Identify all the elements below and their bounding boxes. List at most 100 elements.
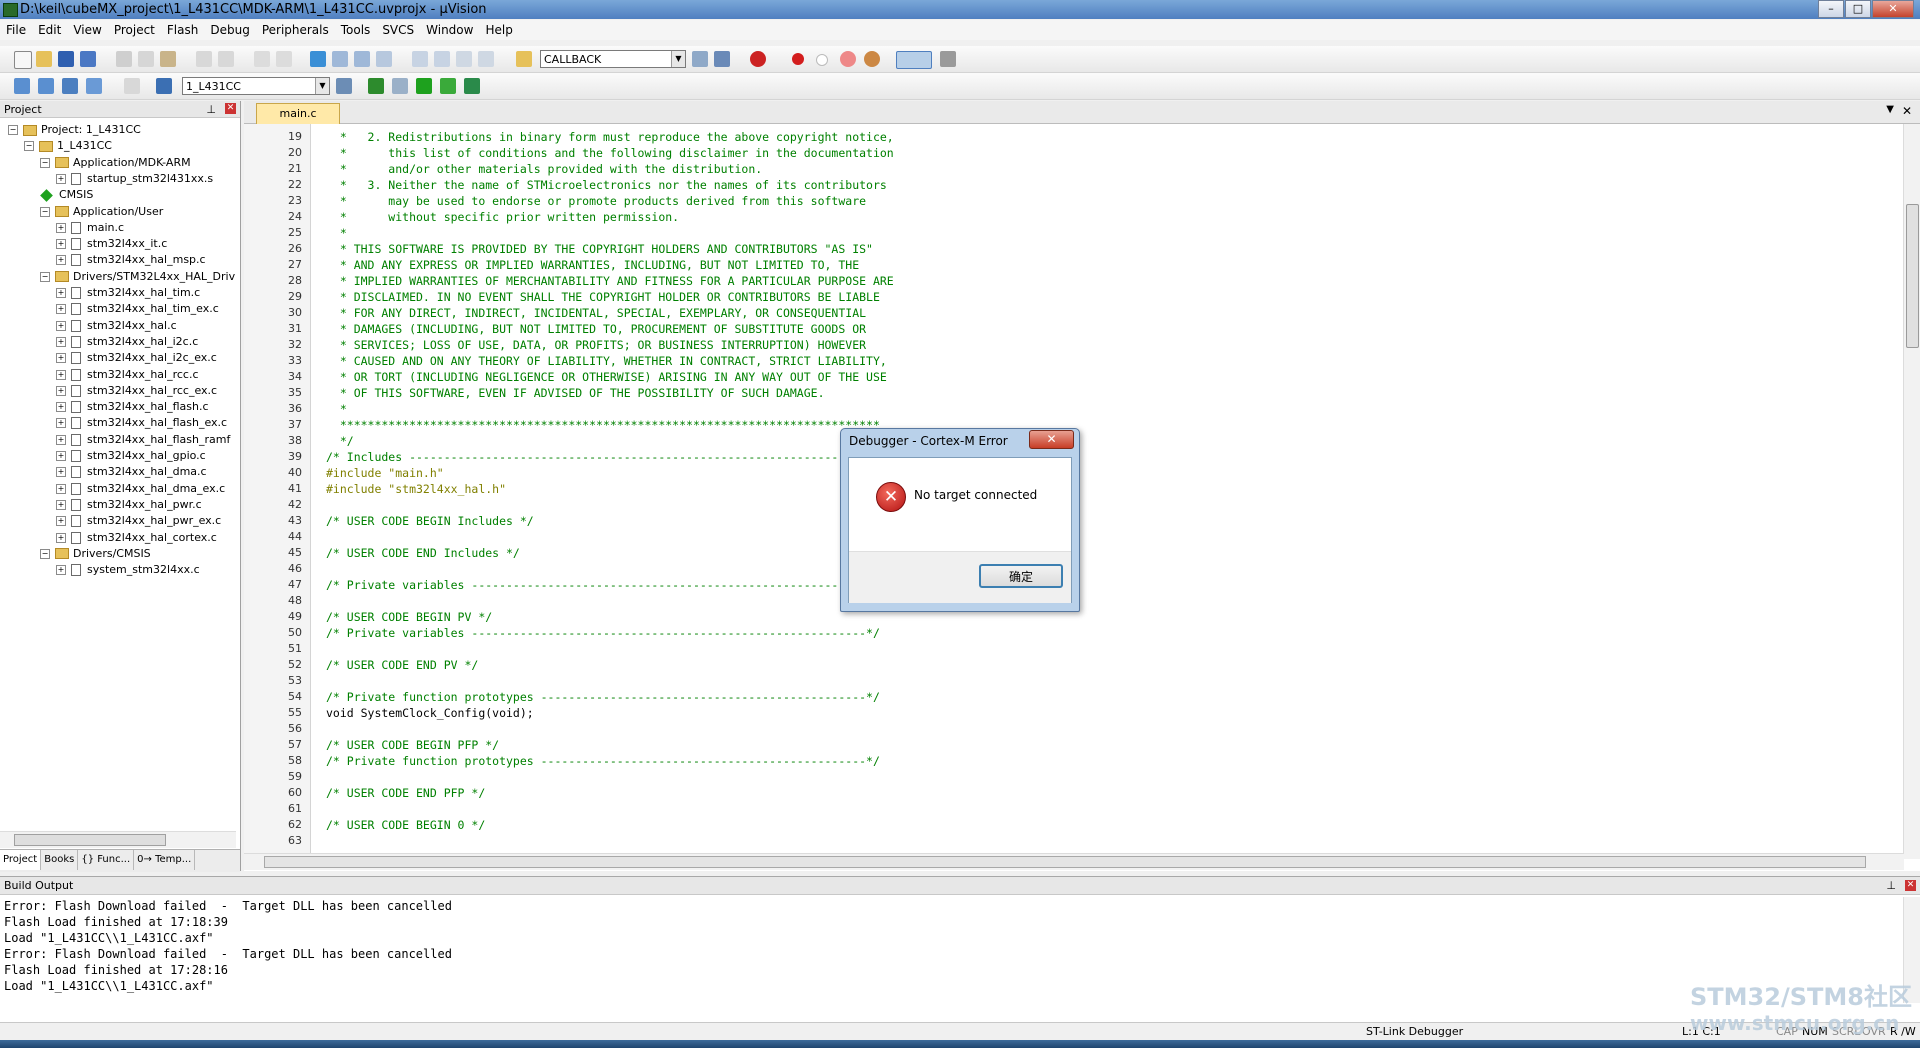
download-icon[interactable] <box>156 78 172 94</box>
paste-icon[interactable] <box>160 51 176 67</box>
expand-icon[interactable]: + <box>56 288 66 298</box>
tree-item[interactable]: + stm32l4xx_hal_flash.c <box>56 398 209 416</box>
file-extensions-icon[interactable] <box>392 78 408 94</box>
nav-forward-icon[interactable] <box>276 51 292 67</box>
target-combo[interactable]: 1_L431CC ▼ <box>182 77 330 95</box>
tree-item[interactable]: + system_stm32l4xx.c <box>56 561 200 579</box>
target-options-icon[interactable] <box>336 78 352 94</box>
tree-item[interactable]: + main.c <box>56 219 124 237</box>
close-icon[interactable]: ✕ <box>225 103 236 114</box>
menu-item-help[interactable]: Help <box>479 20 518 40</box>
editor-hscroll-thumb[interactable] <box>264 856 1866 868</box>
select-pack-icon[interactable] <box>440 78 456 94</box>
tree-item[interactable]: CMSIS <box>40 186 93 204</box>
collapse-icon[interactable]: − <box>40 206 50 217</box>
expand-icon[interactable]: + <box>56 483 66 494</box>
build-icon[interactable] <box>38 78 54 94</box>
menu-item-debug[interactable]: Debug <box>204 20 255 40</box>
expand-icon[interactable]: + <box>56 418 66 429</box>
menu-item-project[interactable]: Project <box>108 20 161 40</box>
disable-breakpoint-icon[interactable] <box>816 54 828 66</box>
breakpoint-icon[interactable] <box>792 53 804 65</box>
tree-item[interactable]: + stm32l4xx_hal_flash_ramf <box>56 431 230 449</box>
expand-icon[interactable]: + <box>56 402 66 413</box>
expand-icon[interactable]: + <box>56 336 66 347</box>
stop-build-icon[interactable] <box>124 78 140 94</box>
batch-build-icon[interactable] <box>86 78 102 94</box>
expand-icon[interactable]: + <box>56 304 66 315</box>
translate-icon[interactable] <box>14 78 30 94</box>
expand-icon[interactable]: + <box>56 385 66 396</box>
manage-rte-icon[interactable] <box>416 78 432 94</box>
tree-item[interactable]: − 1_L431CC <box>24 137 112 155</box>
clear-bookmarks-icon[interactable] <box>376 51 392 67</box>
close-tab-icon[interactable]: ✕ <box>1902 104 1912 118</box>
unindent-icon[interactable] <box>434 51 450 67</box>
tree-item[interactable]: + startup_stm32l431xx.s <box>56 170 213 188</box>
menu-item-flash[interactable]: Flash <box>161 20 204 40</box>
tree-item[interactable]: + stm32l4xx_hal_i2c.c <box>56 333 198 351</box>
editor-scroll-thumb[interactable] <box>1906 204 1919 348</box>
pin-icon[interactable]: ⊥ <box>206 101 216 118</box>
menu-item-view[interactable]: View <box>67 20 107 40</box>
maximize-button[interactable]: □ <box>1845 0 1871 18</box>
open-folder-icon[interactable] <box>36 51 52 67</box>
new-file-icon[interactable] <box>14 51 32 69</box>
minimize-button[interactable]: – <box>1818 0 1844 18</box>
panel-tab-3[interactable]: 0→ Temp... <box>134 850 196 870</box>
configure-icon[interactable] <box>940 51 956 67</box>
editor-vertical-scrollbar[interactable] <box>1903 124 1920 859</box>
indent-icon[interactable] <box>412 51 428 67</box>
expand-icon[interactable]: + <box>56 239 66 250</box>
tree-item[interactable]: + stm32l4xx_hal_dma_ex.c <box>56 480 225 498</box>
tree-item[interactable]: + stm32l4xx_hal.c <box>56 317 177 335</box>
close-icon[interactable]: ✕ <box>1905 880 1916 891</box>
tree-item[interactable]: + stm32l4xx_hal_pwr.c <box>56 496 202 514</box>
tab-list-chevron-icon[interactable]: ▼ <box>1886 104 1894 115</box>
tree-item[interactable]: + stm32l4xx_hal_i2c_ex.c <box>56 349 217 367</box>
tree-item[interactable]: − Application/User <box>40 203 163 221</box>
tree-item[interactable]: − Drivers/CMSIS <box>40 545 151 563</box>
tree-item[interactable]: + stm32l4xx_hal_tim.c <box>56 284 200 302</box>
editor-horizontal-scrollbar[interactable] <box>244 853 1904 870</box>
rebuild-icon[interactable] <box>62 78 78 94</box>
collapse-icon[interactable]: − <box>8 125 18 135</box>
expand-icon[interactable]: + <box>56 532 66 543</box>
tree-item[interactable]: + stm32l4xx_hal_dma.c <box>56 463 207 481</box>
expand-icon[interactable]: + <box>56 434 66 445</box>
tree-item[interactable]: − Application/MDK-ARM <box>40 154 191 172</box>
menu-item-peripherals[interactable]: Peripherals <box>256 20 335 40</box>
pin-icon[interactable]: ⊥ <box>1886 877 1896 895</box>
expand-icon[interactable]: + <box>56 222 66 233</box>
window-layout-icon[interactable] <box>896 51 932 69</box>
redo-icon[interactable] <box>218 51 234 67</box>
close-window-button[interactable]: ✕ <box>1872 0 1914 18</box>
save-all-icon[interactable] <box>80 51 96 67</box>
menu-item-edit[interactable]: Edit <box>32 20 67 40</box>
expand-icon[interactable]: + <box>56 320 66 331</box>
expand-icon[interactable]: + <box>56 451 66 461</box>
tree-item[interactable]: + stm32l4xx_hal_msp.c <box>56 251 206 269</box>
debug-session-icon[interactable] <box>750 51 766 67</box>
uncomment-icon[interactable] <box>478 51 494 67</box>
comment-icon[interactable] <box>456 51 472 67</box>
tree-item[interactable]: + stm32l4xx_hal_gpio.c <box>56 447 206 465</box>
find-in-files-icon[interactable] <box>516 51 532 67</box>
save-icon[interactable] <box>58 51 74 67</box>
expand-icon[interactable]: + <box>56 173 66 184</box>
copy-icon[interactable] <box>138 51 154 67</box>
collapse-icon[interactable]: − <box>40 548 50 559</box>
panel-tab-1[interactable]: Books <box>41 850 79 870</box>
expand-icon[interactable]: + <box>56 499 66 510</box>
find-combo[interactable]: CALLBACK ▼ <box>540 50 686 68</box>
incremental-find-icon[interactable] <box>714 51 730 67</box>
kill-all-breakpoints-icon[interactable] <box>864 51 880 67</box>
nav-back-icon[interactable] <box>254 51 270 67</box>
tree-item[interactable]: + stm32l4xx_hal_rcc.c <box>56 366 199 384</box>
menu-item-window[interactable]: Window <box>420 20 479 40</box>
expand-icon[interactable]: + <box>56 565 66 576</box>
disable-all-breakpoints-icon[interactable] <box>840 51 856 67</box>
tree-item[interactable]: − Drivers/STM32L4xx_HAL_Driv <box>40 268 235 286</box>
panel-tab-2[interactable]: {} Func... <box>78 850 135 870</box>
panel-tab-0[interactable]: Project <box>0 850 42 870</box>
